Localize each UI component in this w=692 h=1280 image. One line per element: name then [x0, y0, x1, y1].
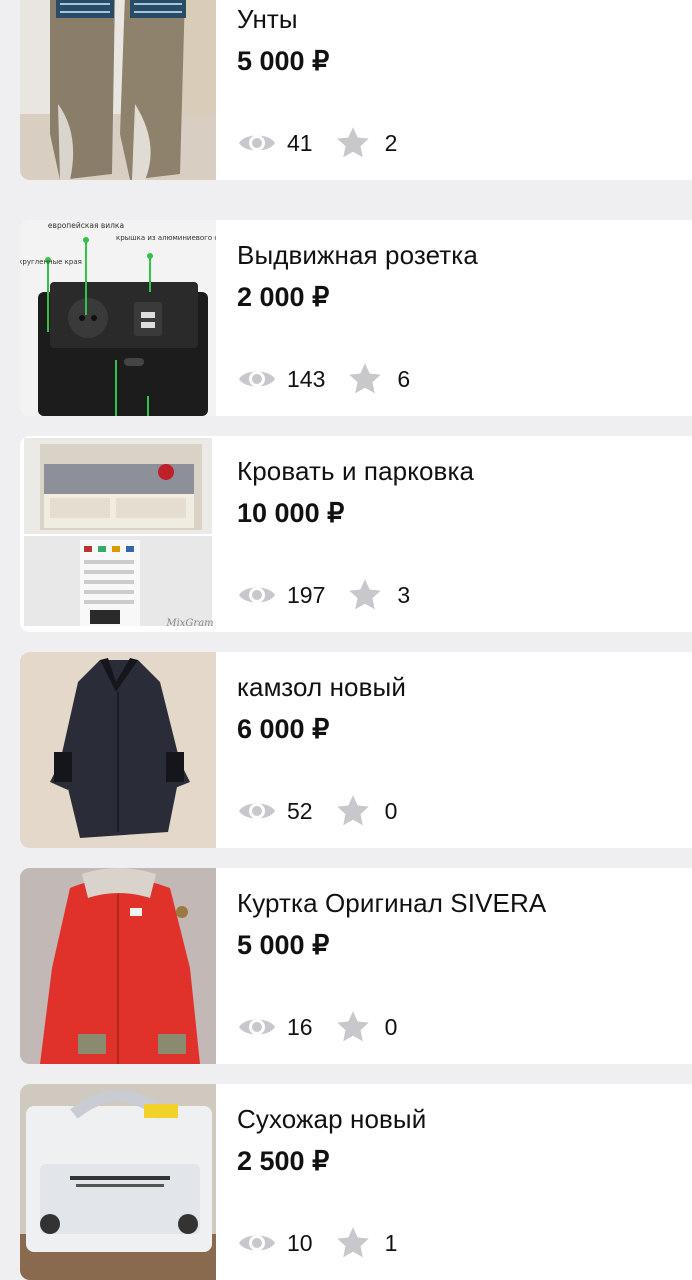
image-label: европейская вилка — [48, 221, 124, 230]
favorites-count: 1 — [384, 1229, 398, 1256]
star-icon — [349, 579, 382, 610]
views-count: 16 — [287, 1013, 313, 1040]
favorites-count: 2 — [384, 129, 398, 156]
listing-photo[interactable]: европейская вилка закругленные края крыш… — [20, 220, 216, 416]
views-count: 10 — [287, 1229, 313, 1256]
listing-photo[interactable]: MixGram — [20, 436, 216, 632]
favorites-count: 0 — [384, 1013, 398, 1040]
listing-photo[interactable] — [20, 868, 216, 1064]
listing-price: 6 000 ₽ — [237, 714, 330, 744]
favorites-count: 0 — [384, 797, 398, 824]
listing-photo[interactable] — [20, 652, 216, 848]
eye-icon — [239, 803, 275, 819]
listing-photo[interactable] — [20, 1084, 216, 1280]
eye-icon — [239, 1019, 275, 1035]
listing-price: 10 000 ₽ — [237, 498, 345, 528]
favorites-count: 6 — [397, 365, 411, 392]
image-label: крышка из алюминиевого сплава — [116, 234, 216, 242]
views-count: 143 — [287, 365, 326, 392]
eye-icon — [239, 1235, 275, 1251]
watermark: MixGram — [165, 618, 213, 629]
listing-price: 2 500 ₽ — [237, 1146, 330, 1176]
listing-title[interactable]: Кровать и парковка — [237, 456, 474, 487]
listing-title[interactable]: камзол новый — [237, 672, 406, 703]
star-icon — [336, 1227, 369, 1258]
eye-icon — [239, 371, 275, 387]
listing-price: 2 000 ₽ — [237, 282, 330, 312]
listing-card[interactable]: Сухожар новый 2 500 ₽ 10 1 — [20, 1084, 692, 1280]
image-label: закругленные края — [20, 258, 82, 266]
listing-photo[interactable] — [20, 0, 216, 180]
favorites-count: 3 — [397, 581, 411, 608]
listing-title[interactable]: Куртка Оригинал SIVERA — [237, 888, 546, 919]
views-count: 41 — [287, 129, 313, 156]
eye-icon — [239, 587, 275, 603]
views-count: 52 — [287, 797, 313, 824]
listing-card[interactable]: камзол новый 6 000 ₽ 52 0 — [20, 652, 692, 848]
listing-price: 5 000 ₽ — [237, 930, 330, 960]
listing-card[interactable]: европейская вилка закругленные края крыш… — [20, 220, 692, 416]
listing-price: 5 000 ₽ — [237, 46, 330, 76]
star-icon — [336, 795, 369, 826]
star-icon — [349, 363, 382, 394]
views-count: 197 — [287, 581, 326, 608]
eye-icon — [239, 135, 275, 151]
star-icon — [336, 1011, 369, 1042]
listing-title[interactable]: Унты — [237, 4, 298, 35]
listing-card[interactable]: Унты 5 000 ₽ 41 2 — [20, 0, 692, 180]
listing-card[interactable]: MixGram Кровать и парковка 10 000 ₽ 197 — [20, 436, 692, 632]
listing-title[interactable]: Сухожар новый — [237, 1104, 426, 1135]
star-icon — [336, 127, 369, 158]
listing-title[interactable]: Выдвижная розетка — [237, 240, 478, 271]
listing-card[interactable]: Куртка Оригинал SIVERA 5 000 ₽ 16 0 — [20, 868, 692, 1064]
